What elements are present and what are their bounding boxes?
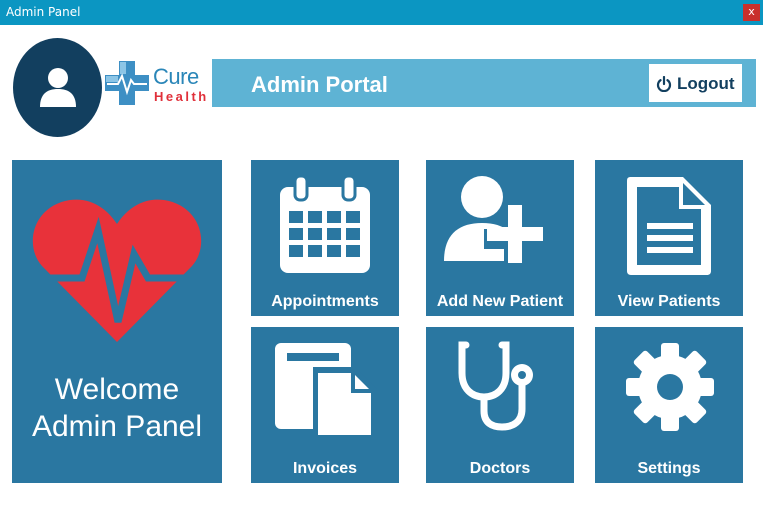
invoices-label: Invoices [292,460,358,477]
add-user-icon [444,176,544,265]
add-new-patient-tile[interactable]: Add New Patient [426,160,574,316]
invoices-tile[interactable]: Invoices [251,327,399,483]
logout-button[interactable]: Logout [649,64,742,102]
close-button[interactable]: x [743,4,760,21]
heart-pulse-icon [32,199,202,342]
power-icon [656,76,672,92]
window-title: Admin Panel [6,5,81,19]
stethoscope-icon [458,341,533,431]
brand-name-health: Health [154,89,209,104]
add-new-patient-label: Add New Patient [436,293,564,310]
settings-label: Settings [637,460,701,477]
window-titlebar: Admin Panel x [0,0,763,25]
logout-label: Logout [677,74,735,93]
view-patients-tile[interactable]: View Patients [595,160,743,316]
welcome-line1: Welcome [54,373,180,406]
welcome-panel: Welcome Admin Panel [12,160,222,483]
header-bar: Admin Portal Logout [212,59,756,107]
document-icon [627,177,711,275]
settings-tile[interactable]: Settings [595,327,743,483]
cure-health-logo: Cure Health [104,60,214,108]
appointments-label: Appointments [271,293,379,310]
brand-name-cure: Cure [153,64,199,89]
gear-icon [626,343,714,431]
user-icon [40,68,76,107]
avatar [13,38,102,137]
appointments-tile[interactable]: Appointments [251,160,399,316]
view-patients-label: View Patients [617,293,721,310]
welcome-line2: Admin Panel [31,410,203,443]
invoice-icon [275,343,377,441]
doctors-tile[interactable]: Doctors [426,327,574,483]
page-title: Admin Portal [251,72,388,97]
doctors-label: Doctors [469,460,531,477]
calendar-icon [280,175,370,273]
medical-cross-icon [105,61,149,105]
